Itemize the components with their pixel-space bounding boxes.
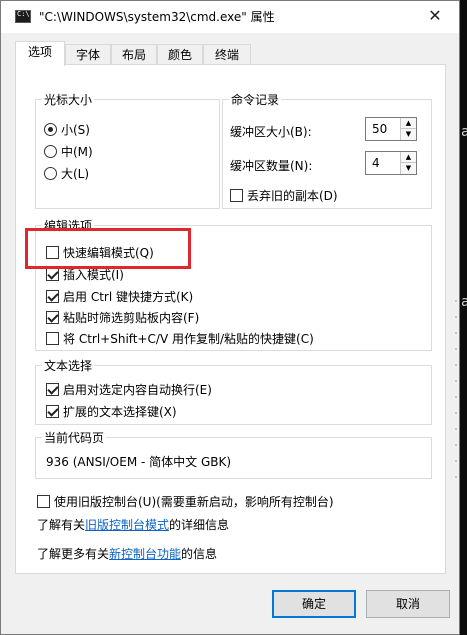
tab-layout[interactable]: 布局: [111, 44, 157, 65]
checkbox[interactable]: [230, 188, 243, 202]
checkbox[interactable]: [46, 310, 59, 324]
group-label: 文本选择: [42, 357, 95, 374]
text-selection-group: 文本选择 启用对选定内容自动换行(E) 扩展的文本选择键(X): [35, 357, 432, 425]
spin-down-arrow-icon[interactable]: ▼: [401, 163, 416, 174]
info-suffix: 的详细信息: [169, 517, 230, 532]
line-wrap-selection-checkbox[interactable]: 启用对选定内容自动换行(E): [46, 380, 212, 398]
radio-label: 小(S): [61, 122, 90, 137]
radio-button[interactable]: [44, 144, 57, 158]
cmd-app-icon: [15, 10, 31, 23]
radio-label: 大(L): [61, 166, 90, 181]
quick-edit-highlight-box: [25, 228, 191, 269]
console-bg-char: a: [461, 294, 467, 310]
checkbox-label: 启用对选定内容自动换行(E): [63, 382, 212, 397]
spin-up-arrow-icon[interactable]: ▲: [401, 118, 416, 129]
checkbox-label: 启用 Ctrl 键快捷方式(K): [63, 289, 194, 304]
radio-button[interactable]: [44, 166, 57, 180]
checkbox-label: 使用旧版控制台(U)(需要重新启动，影响所有控制台): [54, 494, 334, 509]
discard-duplicates-checkbox[interactable]: 丢弃旧的副本(D): [230, 186, 338, 204]
group-label: 命令记录: [229, 91, 282, 108]
spinner-buttons: ▲ ▼: [400, 118, 416, 140]
options-panel: 光标大小 小(S) 中(M) 大(L) 命令记录 缓冲区大小(B): 50 ▲: [15, 64, 446, 574]
radio-button[interactable]: [44, 122, 57, 136]
title-bar[interactable]: "C:\WINDOWS\system32\cmd.exe" 属性 ✕: [1, 1, 459, 33]
filter-paste-checkbox[interactable]: 粘贴时筛选剪贴板内容(F): [46, 308, 199, 326]
more-suffix: 的信息: [181, 546, 218, 561]
checkbox[interactable]: [46, 382, 59, 396]
radio-label: 中(M): [61, 144, 93, 159]
window-title: "C:\WINDOWS\system32\cmd.exe" 属性: [39, 10, 275, 24]
spinner-buttons: ▲ ▼: [400, 152, 416, 174]
radio-cursor-medium[interactable]: 中(M): [44, 142, 93, 160]
checkbox[interactable]: [37, 494, 50, 508]
ctrl-shift-cv-checkbox[interactable]: 将 Ctrl+Shift+C/V 用作复制/粘贴的快捷键(C): [46, 329, 314, 347]
radio-cursor-small[interactable]: 小(S): [44, 120, 90, 138]
checkbox-label: 粘贴时筛选剪贴板内容(F): [63, 310, 200, 325]
new-console-features-link[interactable]: 新控制台功能: [109, 545, 181, 562]
buffer-size-value[interactable]: 50: [372, 122, 387, 136]
code-page-group: 当前代码页 936 (ANSI/OEM - 简体中文 GBK): [35, 429, 432, 479]
checkbox-label: 扩展的文本选择键(X): [63, 404, 177, 419]
checkbox[interactable]: [46, 404, 59, 418]
buffer-count-spinner[interactable]: 4 ▲ ▼: [365, 151, 417, 175]
console-scroll-dots: [455, 300, 457, 492]
cancel-button[interactable]: 取消: [366, 590, 450, 618]
properties-dialog: "C:\WINDOWS\system32\cmd.exe" 属性 ✕ 选项 字体…: [0, 0, 460, 635]
tab-font[interactable]: 字体: [65, 44, 111, 65]
legacy-mode-link[interactable]: 旧版控制台模式: [85, 516, 169, 533]
spin-up-arrow-icon[interactable]: ▲: [401, 152, 416, 163]
extended-selection-keys-checkbox[interactable]: 扩展的文本选择键(X): [46, 402, 177, 420]
checkbox-label: 将 Ctrl+Shift+C/V 用作复制/粘贴的快捷键(C): [63, 331, 314, 346]
console-bg-char: a: [461, 124, 467, 140]
buffer-count-label: 缓冲区数量(N):: [230, 158, 313, 173]
buffer-size-label: 缓冲区大小(B):: [230, 124, 312, 139]
close-button[interactable]: ✕: [413, 1, 457, 31]
checkbox-label: 丢弃旧的副本(D): [247, 188, 338, 203]
command-history-group: 命令记录 缓冲区大小(B): 50 ▲ ▼ 缓冲区数量(N): 4 ▲ ▼ 丢弃…: [222, 91, 432, 209]
buffer-size-spinner[interactable]: 50 ▲ ▼: [365, 117, 417, 141]
checkbox[interactable]: [46, 331, 59, 345]
ctrl-shortcuts-checkbox[interactable]: 启用 Ctrl 键快捷方式(K): [46, 287, 193, 305]
more-prefix: 了解更多有关: [37, 546, 110, 561]
spin-down-arrow-icon[interactable]: ▼: [401, 129, 416, 140]
new-features-info-text: 了解更多有关 新控制台功能 的信息: [37, 544, 217, 562]
tab-colors[interactable]: 颜色: [157, 44, 203, 65]
group-label: 当前代码页: [42, 429, 107, 446]
buffer-count-value[interactable]: 4: [372, 156, 380, 170]
group-label: 光标大小: [42, 91, 95, 108]
cursor-size-group: 光标大小 小(S) 中(M) 大(L): [35, 91, 220, 209]
checkbox[interactable]: [46, 289, 59, 303]
checkbox[interactable]: [46, 267, 59, 281]
legacy-console-checkbox[interactable]: 使用旧版控制台(U)(需要重新启动，影响所有控制台): [37, 492, 334, 510]
ok-button[interactable]: 确定: [272, 590, 356, 618]
radio-cursor-large[interactable]: 大(L): [44, 164, 89, 182]
legacy-info-text: 了解有关 旧版控制台模式 的详细信息: [37, 515, 229, 533]
tab-terminal[interactable]: 终端: [203, 44, 251, 65]
info-prefix: 了解有关: [37, 517, 86, 532]
tab-options[interactable]: 选项: [15, 41, 65, 66]
code-page-value: 936 (ANSI/OEM - 简体中文 GBK): [46, 454, 232, 469]
